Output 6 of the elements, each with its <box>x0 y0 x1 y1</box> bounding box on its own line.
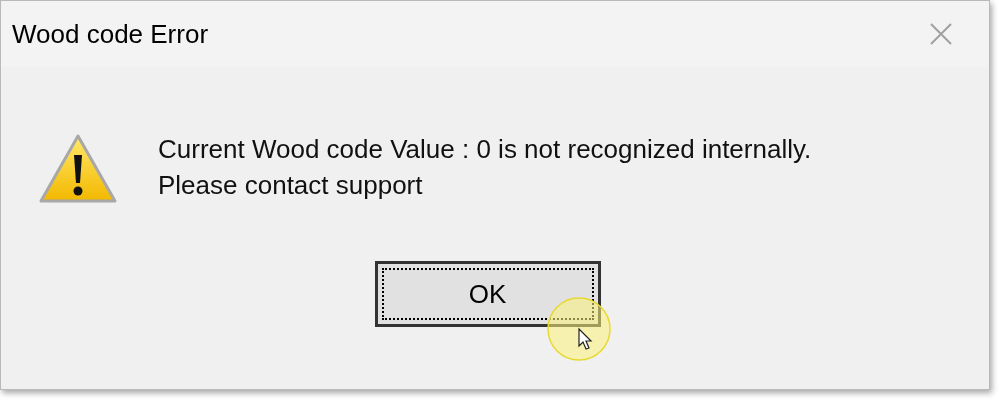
error-message: Current Wood code Value : 0 is not recognized internally. Please contact support <box>158 133 812 202</box>
window-title: Wood code Error <box>12 17 209 51</box>
ok-button[interactable]: OK <box>374 261 601 327</box>
warning-icon <box>38 133 118 205</box>
cursor-highlight-icon <box>546 296 612 362</box>
close-icon[interactable] <box>929 22 953 46</box>
